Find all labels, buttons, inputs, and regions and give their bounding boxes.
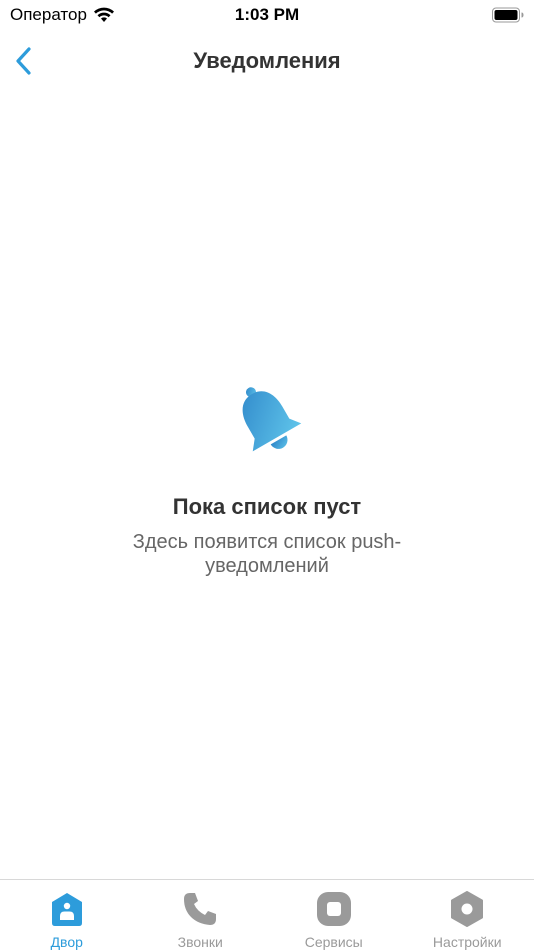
battery-icon [492,7,524,23]
empty-state: Пока список пуст Здесь появится список p… [0,380,534,578]
phone-icon [184,893,217,925]
home-icon [51,893,82,926]
tab-calls[interactable]: Звонки [134,880,268,950]
screen: Оператор 1:03 PM Уведомления Пока список… [0,0,534,950]
tab-bar: Двор Звонки Сервисы Настройки [0,879,534,950]
clock: 1:03 PM [234,5,300,24]
status-bar: Оператор 1:03 PM [0,0,534,32]
tab-label: Звонки [177,934,223,950]
tab-label: Сервисы [304,934,363,950]
empty-subtitle: Здесь появится список push-уведомлений [132,531,402,577]
tab-label: Двор [50,934,83,950]
nav-bar: Уведомления [0,36,534,86]
tab-home[interactable]: Двор [0,880,134,950]
services-icon [316,892,351,926]
tab-settings[interactable]: Настройки [401,880,534,950]
tab-label: Настройки [432,934,502,950]
bell-icon [242,387,302,452]
settings-icon [451,891,484,927]
empty-title: Пока список пуст [172,494,362,519]
page-title: Уведомления [193,48,341,73]
tab-services[interactable]: Сервисы [267,880,401,950]
